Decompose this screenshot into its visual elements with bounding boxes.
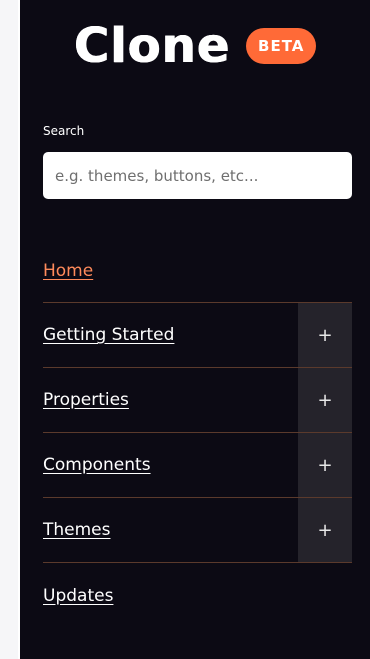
- plus-icon: +: [317, 389, 333, 411]
- sidebar-panel: Clone BETA Search Home Getting Started +…: [20, 0, 370, 659]
- plus-icon: +: [317, 324, 333, 346]
- nav-item-properties: Properties +: [43, 368, 352, 433]
- brand-logo[interactable]: Clone: [74, 22, 230, 70]
- nav-link-themes[interactable]: Themes: [43, 520, 111, 540]
- expand-properties-button[interactable]: +: [298, 368, 352, 432]
- nav-link-properties[interactable]: Properties: [43, 390, 129, 410]
- page-gutter: [0, 0, 18, 659]
- plus-icon: +: [317, 454, 333, 476]
- brand: Clone BETA: [20, 10, 370, 82]
- nav-item-getting-started: Getting Started +: [43, 303, 352, 368]
- nav-item-updates: Updates: [43, 563, 352, 628]
- nav-link-getting-started[interactable]: Getting Started: [43, 325, 174, 345]
- sidebar-nav: Home Getting Started + Properties + Comp…: [43, 239, 352, 628]
- expand-components-button[interactable]: +: [298, 433, 352, 497]
- nav-link-home[interactable]: Home: [43, 261, 93, 281]
- nav-item-components: Components +: [43, 433, 352, 498]
- nav-link-updates[interactable]: Updates: [43, 586, 113, 606]
- expand-themes-button[interactable]: +: [298, 498, 352, 562]
- beta-badge: BETA: [246, 28, 317, 64]
- search-input[interactable]: [43, 152, 352, 199]
- search-label: Search: [43, 124, 85, 138]
- expand-getting-started-button[interactable]: +: [298, 303, 352, 367]
- nav-item-home: Home: [43, 239, 352, 303]
- screen: Clone BETA Search Home Getting Started +…: [0, 0, 370, 659]
- nav-link-components[interactable]: Components: [43, 455, 151, 475]
- nav-item-themes: Themes +: [43, 498, 352, 563]
- plus-icon: +: [317, 519, 333, 541]
